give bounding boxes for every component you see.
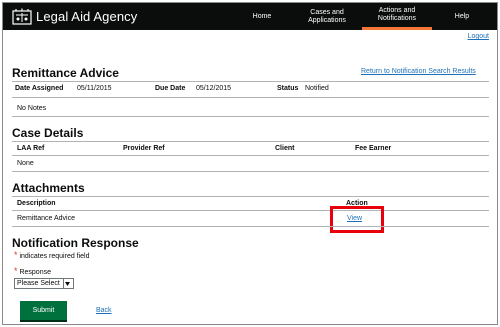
attachments-heading: Attachments xyxy=(12,181,85,195)
return-to-search-results-link[interactable]: Return to Notification Search Results xyxy=(361,68,476,75)
chevron-down-icon xyxy=(63,279,71,288)
page-frame: Legal Aid Agency Home Cases and Applicat… xyxy=(2,2,498,325)
crest-icon xyxy=(12,8,32,25)
divider xyxy=(12,81,489,82)
notes-text: No Notes xyxy=(17,105,47,112)
case-details-heading: Case Details xyxy=(12,126,84,140)
response-select-value: Please Select xyxy=(17,280,60,287)
column-header-laa-ref: LAA Ref xyxy=(17,145,45,152)
nav-cases-and-applications[interactable]: Cases and Applications xyxy=(292,3,362,30)
required-asterisk-icon: * xyxy=(14,250,18,260)
column-header-provider-ref: Provider Ref xyxy=(123,145,165,152)
notification-response-heading: Notification Response xyxy=(12,236,139,250)
column-header-client: Client xyxy=(275,145,295,152)
due-date-label: Due Date xyxy=(155,85,186,92)
divider xyxy=(12,97,489,98)
nav-help[interactable]: Help xyxy=(432,3,492,30)
top-navigation-bar: Legal Aid Agency Home Cases and Applicat… xyxy=(3,3,497,30)
required-field-note: * indicates required field xyxy=(14,250,90,261)
brand-name: Legal Aid Agency xyxy=(36,9,138,24)
due-date-value: 05/12/2015 xyxy=(196,85,232,92)
divider xyxy=(12,196,489,197)
divider xyxy=(12,210,489,211)
status-value: Notified xyxy=(305,85,329,92)
divider xyxy=(12,171,489,172)
status-label: Status xyxy=(277,85,299,92)
logout-link[interactable]: Logout xyxy=(468,33,489,40)
divider xyxy=(12,226,489,227)
nav-actions-and-notifications[interactable]: Actions and Notifications xyxy=(362,3,432,30)
response-label: Response xyxy=(19,269,51,276)
attachment-description: Remittance Advice xyxy=(17,215,75,222)
view-attachment-link[interactable]: View xyxy=(347,215,362,222)
response-label-row: * Response xyxy=(14,266,51,277)
back-link[interactable]: Back xyxy=(96,307,112,314)
nav-home[interactable]: Home xyxy=(232,3,292,30)
required-asterisk-icon: * xyxy=(14,266,18,276)
column-header-fee-earner: Fee Earner xyxy=(355,145,392,152)
divider xyxy=(12,141,489,142)
remittance-advice-heading: Remittance Advice xyxy=(12,66,119,80)
case-details-empty-text: None xyxy=(17,160,34,167)
required-field-text: indicates required field xyxy=(19,253,90,260)
response-select[interactable]: Please Select xyxy=(14,278,74,289)
date-assigned-label: Date Assigned xyxy=(15,85,64,92)
date-assigned-value: 05/11/2015 xyxy=(77,85,112,92)
divider xyxy=(12,116,489,117)
divider xyxy=(12,155,489,156)
submit-button[interactable]: Submit xyxy=(20,301,67,320)
column-header-description: Description xyxy=(17,200,56,207)
